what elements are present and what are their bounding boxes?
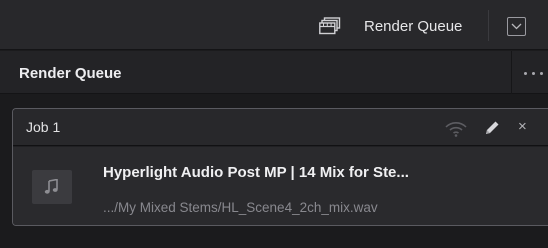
remote-render-icon[interactable]: [443, 119, 469, 137]
render-queue-toggle-label[interactable]: Render Queue: [364, 18, 462, 35]
render-queue-panel-header: Render Queue: [0, 51, 548, 94]
job-output-path: .../My Mixed Stems/HL_Scene4_2ch_mix.wav: [103, 200, 378, 215]
job-title: Hyperlight Audio Post MP | 14 Mix for St…: [103, 164, 409, 181]
job-thumbnail: [32, 170, 72, 204]
job-card[interactable]: Job 1 × Hyperlight Audio Post MP | 14 Mi…: [12, 108, 548, 226]
render-queue-icon[interactable]: [319, 17, 341, 35]
close-icon[interactable]: ×: [518, 119, 532, 134]
job-name: Job 1: [26, 119, 61, 135]
top-toolbar: Render Queue: [0, 0, 548, 50]
collapse-panel-button[interactable]: [507, 17, 526, 36]
edit-icon[interactable]: [483, 119, 501, 137]
job-item[interactable]: Hyperlight Audio Post MP | 14 Mix for St…: [13, 147, 548, 225]
more-options-button[interactable]: [521, 63, 548, 83]
panel-title: Render Queue: [19, 65, 122, 82]
music-note-icon: [44, 179, 58, 194]
panel-header-divider: [511, 51, 512, 94]
chevron-down-icon: [511, 23, 522, 30]
toolbar-divider: [488, 10, 489, 41]
job-header: Job 1 ×: [13, 109, 548, 146]
